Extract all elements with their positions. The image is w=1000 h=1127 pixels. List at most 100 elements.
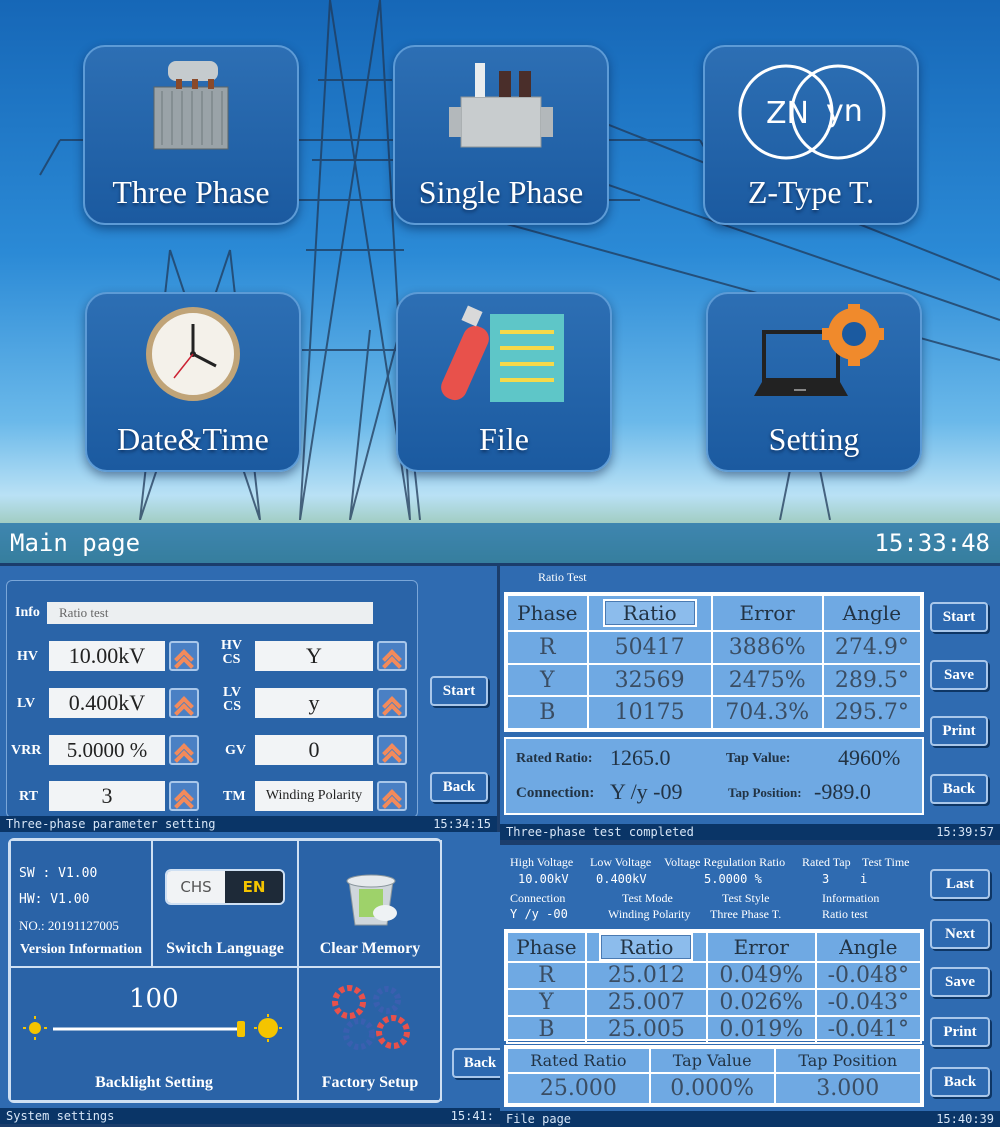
rated-ratio-label: Rated Ratio: [516, 751, 593, 766]
info-value: Three Phase T. [710, 907, 782, 921]
backlight-slider[interactable] [23, 1014, 287, 1044]
table-row: B 25.005 0.019% -0.041° [506, 1015, 923, 1044]
hv-field[interactable]: 10.00kV [49, 641, 165, 671]
hvcs-field[interactable]: Y [255, 641, 373, 671]
header-error: Error [710, 593, 824, 633]
lv-up-button[interactable] [169, 688, 199, 723]
table-row: R 50417 3886% 274.9° [506, 630, 923, 665]
print-button[interactable]: Print [930, 716, 988, 746]
table-row: Y 25.007 0.026% -0.043° [506, 988, 923, 1017]
phase-cell: Y [506, 988, 587, 1017]
hvcs-up-button[interactable] [377, 641, 407, 676]
main-page-screen: Three Phase Single Phase ZN yn Z-Type T.… [0, 0, 1000, 563]
gv-up-button[interactable] [377, 735, 407, 770]
lang-chs-option[interactable]: CHS [167, 871, 225, 903]
lang-en-option[interactable]: EN [225, 871, 283, 903]
status-clock: 15:39:57 [936, 825, 994, 839]
rt-label: RT [19, 789, 38, 804]
rt-field[interactable]: 3 [49, 781, 165, 811]
clear-memory-cell[interactable]: Clear Memory [298, 840, 442, 967]
lvcs-up-button[interactable] [377, 688, 407, 723]
print-button[interactable]: Print [930, 1017, 990, 1047]
info-header: Test Time [862, 855, 910, 869]
gv-field[interactable]: 0 [255, 735, 373, 765]
ratio-test-screen: Ratio Test Phase Ratio Error Angle R 504… [500, 566, 1000, 840]
rated-ratio-value: 25.000 [506, 1071, 651, 1105]
info-value: i [860, 872, 868, 886]
ratio-cell: 25.007 [584, 988, 709, 1017]
tile-three-phase[interactable]: Three Phase [83, 45, 299, 225]
lv-field[interactable]: 0.400kV [49, 688, 165, 718]
ratio-cell: 25.005 [584, 1015, 709, 1044]
header-ratio: Ratio [602, 599, 697, 628]
tap-value-value: 4960% [838, 745, 901, 770]
tm-field[interactable]: Winding Polarity [255, 781, 373, 811]
info-header: Information [822, 891, 880, 905]
file-summary-table: Rated Ratio Tap Value Tap Position 25.00… [504, 1045, 924, 1107]
next-button[interactable]: Next [930, 919, 990, 949]
angle-cell: -0.048° [814, 961, 923, 990]
tile-single-phase[interactable]: Single Phase [393, 45, 609, 225]
lvcs-label: LV CS [223, 685, 242, 714]
vrr-up-button[interactable] [169, 735, 199, 770]
error-cell: 2475% [710, 662, 824, 698]
start-button[interactable]: Start [930, 602, 988, 632]
last-button[interactable]: Last [930, 869, 990, 899]
info-header: Voltage Regulation Ratio [664, 855, 786, 869]
tap-position-value: -989.0 [814, 779, 871, 804]
switch-language-cell[interactable]: CHS EN Switch Language [152, 840, 298, 967]
back-button[interactable]: Back [930, 774, 988, 804]
phase-cell: Y [506, 662, 589, 698]
status-clock: 15:33:48 [874, 529, 990, 557]
status-page-name: Three-phase parameter setting [6, 817, 216, 831]
rated-ratio-header: Rated Ratio [506, 1047, 651, 1074]
table-row: Y 32569 2475% 289.5° [506, 662, 923, 698]
back-button[interactable]: Back [430, 772, 488, 802]
hvcs-label: HV CS [221, 638, 242, 667]
tile-setting[interactable]: Setting [706, 292, 922, 472]
rt-up-button[interactable] [169, 781, 199, 816]
summary-header-row: Rated Ratio Tap Value Tap Position [506, 1047, 922, 1074]
status-page-name: File page [506, 1112, 572, 1126]
ratio-cell: 10175 [586, 695, 713, 730]
tm-up-button[interactable] [377, 781, 407, 816]
back-button[interactable]: Back [930, 1067, 990, 1097]
vrr-field[interactable]: 5.0000 % [49, 735, 165, 765]
info-header: High Voltage [510, 855, 574, 869]
header-phase: Phase [506, 593, 589, 633]
lv-label: LV [17, 696, 36, 711]
hv-up-button[interactable] [169, 641, 199, 676]
backlight-caption: Backlight Setting [95, 1074, 213, 1091]
gv-label: GV [225, 743, 246, 758]
tap-position-header: Tap Position [773, 1047, 922, 1074]
status-page-name: Main page [10, 529, 141, 557]
start-button[interactable]: Start [430, 676, 488, 706]
status-clock: 15:41: [450, 1109, 494, 1123]
tile-label: Single Phase [418, 174, 584, 210]
tile-z-type[interactable]: ZN yn Z-Type T. [703, 45, 919, 225]
version-info-cell: SW : V1.00 HW: V1.00 NO.: 20191127005 Ve… [10, 840, 152, 967]
info-value: 0.400kV [596, 872, 647, 886]
phase-cell: R [506, 630, 589, 665]
language-toggle[interactable]: CHS EN [165, 869, 285, 905]
factory-setup-cell[interactable]: Factory Setup [298, 967, 442, 1101]
info-value: Ratio test [822, 907, 868, 921]
save-button[interactable]: Save [930, 660, 988, 690]
info-header: Connection [510, 891, 566, 905]
switch-language-caption: Switch Language [166, 940, 284, 957]
file-record-info: High Voltage Low Voltage Voltage Regulat… [504, 847, 924, 933]
yn-text: yn [826, 94, 863, 129]
single-phase-transformer-icon [449, 63, 553, 148]
lvcs-field[interactable]: y [255, 688, 373, 718]
error-cell: 3886% [710, 630, 824, 665]
tile-date-time[interactable]: Date&Time [85, 292, 301, 472]
save-button[interactable]: Save [930, 967, 990, 997]
header-angle: Angle [821, 593, 923, 633]
settings-grid: SW : V1.00 HW: V1.00 NO.: 20191127005 Ve… [8, 838, 442, 1103]
status-page-name: Three-phase test completed [506, 825, 694, 839]
back-button[interactable]: Back [452, 1048, 500, 1078]
info-field[interactable]: Ratio test [47, 602, 373, 624]
tap-value-label: Tap Value: [726, 751, 791, 766]
tile-label: Date&Time [117, 421, 269, 457]
tile-file[interactable]: File [396, 292, 612, 472]
